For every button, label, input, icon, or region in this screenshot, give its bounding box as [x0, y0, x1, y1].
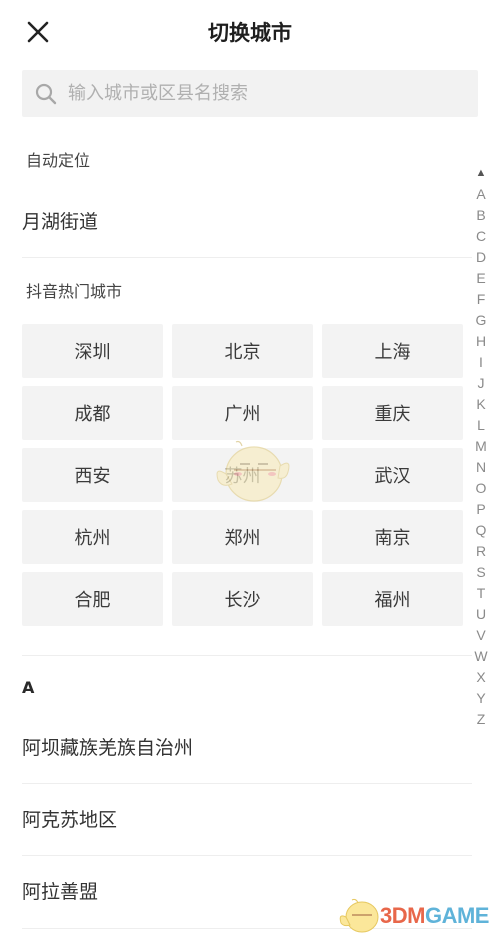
index-letter[interactable]: R [476, 541, 486, 562]
divider [22, 855, 472, 856]
index-letter[interactable]: K [476, 394, 485, 415]
divider [22, 928, 472, 929]
index-letter[interactable]: I [479, 352, 483, 373]
index-letter[interactable]: X [476, 667, 485, 688]
index-letter[interactable]: C [476, 226, 486, 247]
search-input[interactable] [68, 83, 448, 104]
divider [22, 257, 472, 258]
hot-city-button[interactable]: 苏州 [172, 448, 313, 502]
index-letter[interactable]: Z [477, 709, 486, 730]
hot-city-button[interactable]: 重庆 [322, 386, 463, 440]
index-letter[interactable]: M [475, 436, 487, 457]
search-bar[interactable] [22, 70, 478, 117]
index-letter[interactable]: G [476, 310, 487, 331]
index-letter[interactable]: Q [476, 520, 487, 541]
hot-city-button[interactable]: 上海 [322, 324, 463, 378]
index-letter[interactable]: D [476, 247, 486, 268]
page-title: 切换城市 [208, 21, 292, 45]
city-list-item[interactable]: 阿克苏地区 [22, 803, 472, 837]
index-letter[interactable]: S [476, 562, 485, 583]
index-letter[interactable]: N [476, 457, 486, 478]
city-list-item[interactable]: 阿坝藏族羌族自治州 [22, 731, 472, 765]
hot-city-button[interactable]: 合肥 [22, 572, 163, 626]
hot-city-button[interactable]: 南京 [322, 510, 463, 564]
index-letter[interactable]: U [476, 604, 486, 625]
city-list-item[interactable]: 阿拉善盟 [22, 875, 472, 909]
index-letter[interactable]: Y [476, 688, 485, 709]
index-letter[interactable]: T [477, 583, 486, 604]
hot-city-button[interactable]: 杭州 [22, 510, 163, 564]
alphabet-index-bar[interactable]: ▲ A B C D E F G H I J K L M N O P Q R S … [470, 163, 492, 730]
hot-cities-label: 抖音热门城市 [26, 282, 123, 301]
hot-city-button[interactable]: 广州 [172, 386, 313, 440]
hot-city-button[interactable]: 成都 [22, 386, 163, 440]
index-letter[interactable]: B [476, 205, 485, 226]
index-letter[interactable]: E [476, 268, 485, 289]
divider [22, 655, 472, 656]
auto-location-label: 自动定位 [26, 151, 91, 170]
index-letter[interactable]: H [476, 331, 486, 352]
hot-city-button[interactable]: 武汉 [322, 448, 463, 502]
index-letter[interactable]: J [478, 373, 485, 394]
hot-city-button[interactable]: 福州 [322, 572, 463, 626]
hot-city-button[interactable]: 深圳 [22, 324, 163, 378]
located-city-button[interactable]: 月湖街道 [22, 205, 98, 239]
hot-city-button[interactable]: 北京 [172, 324, 313, 378]
index-letter[interactable]: L [477, 415, 485, 436]
index-letter[interactable]: O [476, 478, 487, 499]
divider [22, 783, 472, 784]
index-letter[interactable]: F [477, 289, 486, 310]
section-letter-header: A [22, 678, 35, 697]
hot-city-button[interactable]: 长沙 [172, 572, 313, 626]
index-top-arrow-icon[interactable]: ▲ [476, 163, 487, 184]
index-letter[interactable]: V [476, 625, 485, 646]
hot-city-button[interactable]: 西安 [22, 448, 163, 502]
search-icon [35, 83, 57, 104]
index-letter[interactable]: A [476, 184, 485, 205]
index-letter[interactable]: W [474, 646, 487, 667]
index-letter[interactable]: P [476, 499, 485, 520]
hot-city-button[interactable]: 郑州 [172, 510, 313, 564]
hot-cities-grid: 深圳 北京 上海 成都 广州 重庆 西安 苏州 武汉 杭州 郑州 南京 合肥 长… [22, 324, 463, 626]
